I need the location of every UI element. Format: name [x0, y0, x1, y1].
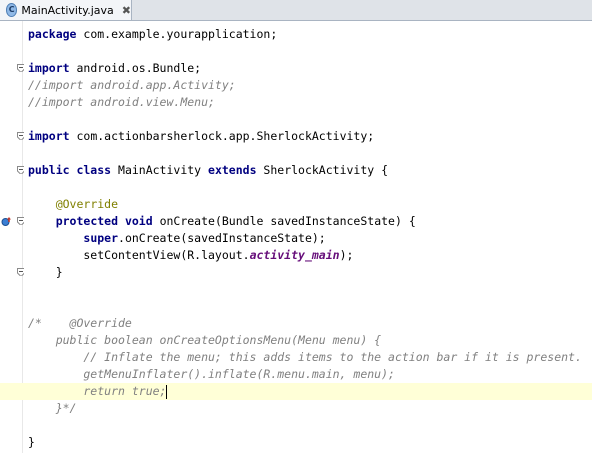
- code-token: }: [28, 265, 63, 279]
- code-line[interactable]: getMenuInflater().inflate(R.menu.main, m…: [28, 366, 592, 383]
- code-token: com.actionbarsherlock.app.SherlockActivi…: [69, 129, 375, 143]
- code-line[interactable]: [28, 179, 592, 196]
- code-token: /* @Override: [28, 316, 132, 330]
- code-line[interactable]: [28, 43, 592, 60]
- tab-title: MainActivity.java: [21, 3, 114, 17]
- code-line[interactable]: public boolean onCreateOptionsMenu(Menu …: [28, 332, 592, 349]
- code-token: .onCreate(savedInstanceState);: [118, 231, 326, 245]
- code-token: com.example.yourapplication;: [76, 27, 278, 41]
- code-line[interactable]: import android.os.Bundle;: [28, 60, 592, 77]
- code-token: //import android.view.Menu;: [28, 95, 215, 109]
- fold-icon[interactable]: [17, 217, 24, 225]
- close-icon[interactable]: ✖: [122, 4, 131, 17]
- code-token: extends: [208, 163, 257, 177]
- code-token: getMenuInflater().inflate(R.menu.main, m…: [28, 367, 395, 381]
- code-token: import: [28, 61, 70, 75]
- fold-icon[interactable]: [17, 268, 24, 276]
- code-line[interactable]: protected void onCreate(Bundle savedInst…: [28, 213, 592, 230]
- fold-icon[interactable]: [17, 64, 24, 72]
- editor-tab-bar: C MainActivity.java ✖: [0, 0, 592, 21]
- code-line[interactable]: [28, 145, 592, 162]
- fold-icon[interactable]: [17, 132, 24, 140]
- code-token: setContentView(R.layout.: [28, 248, 250, 262]
- code-token: SherlockActivity {: [256, 163, 389, 177]
- override-marker-icon[interactable]: [1, 216, 11, 226]
- code-line[interactable]: [28, 111, 592, 128]
- code-line[interactable]: return true;: [0, 383, 592, 400]
- code-line[interactable]: public class MainActivity extends Sherlo…: [28, 162, 592, 179]
- code-token: );: [339, 248, 354, 262]
- code-token: return true;: [28, 384, 167, 398]
- code-token: public boolean onCreateOptionsMenu(Menu …: [28, 333, 382, 347]
- fold-icon[interactable]: [17, 166, 24, 174]
- class-file-icon: C: [6, 3, 18, 17]
- code-line[interactable]: [28, 417, 592, 434]
- text-caret: [166, 384, 168, 399]
- code-token: @Override: [55, 197, 119, 211]
- code-line[interactable]: }: [28, 264, 592, 281]
- code-line[interactable]: package com.example.yourapplication;: [28, 26, 592, 43]
- code-line[interactable]: [28, 298, 592, 315]
- code-token: android.os.Bundle;: [69, 61, 202, 75]
- code-token: import: [28, 129, 70, 143]
- code-token: //import android.app.Activity;: [28, 78, 236, 92]
- code-line[interactable]: import com.actionbarsherlock.app.Sherloc…: [28, 128, 592, 145]
- code-token: public class: [28, 163, 112, 177]
- code-token: MainActivity: [111, 163, 209, 177]
- code-token: onCreate(Bundle savedInstanceState) {: [152, 214, 416, 228]
- code-line[interactable]: }: [28, 434, 592, 451]
- code-line[interactable]: //import android.app.Activity;: [28, 77, 592, 94]
- code-editor[interactable]: package com.example.yourapplication; impo…: [0, 21, 592, 453]
- code-line[interactable]: // Inflate the menu; this adds items to …: [28, 349, 592, 366]
- code-token: protected void: [55, 214, 153, 228]
- code-token: package: [28, 27, 77, 41]
- code-line[interactable]: super.onCreate(savedInstanceState);: [28, 230, 592, 247]
- code-token: }*/: [28, 401, 77, 415]
- code-line[interactable]: setContentView(R.layout.activity_main);: [28, 247, 592, 264]
- code-line[interactable]: @Override: [28, 196, 592, 213]
- code-token: activity_main: [249, 248, 340, 262]
- code-line[interactable]: [28, 281, 592, 298]
- code-token: }: [28, 435, 35, 449]
- tab-main-activity[interactable]: C MainActivity.java ✖: [0, 0, 132, 20]
- code-line[interactable]: }*/: [28, 400, 592, 417]
- code-token: // Inflate the menu; this adds items to …: [28, 350, 582, 364]
- code-token: super: [83, 231, 119, 245]
- code-line[interactable]: /* @Override: [28, 315, 592, 332]
- code-line[interactable]: //import android.view.Menu;: [28, 94, 592, 111]
